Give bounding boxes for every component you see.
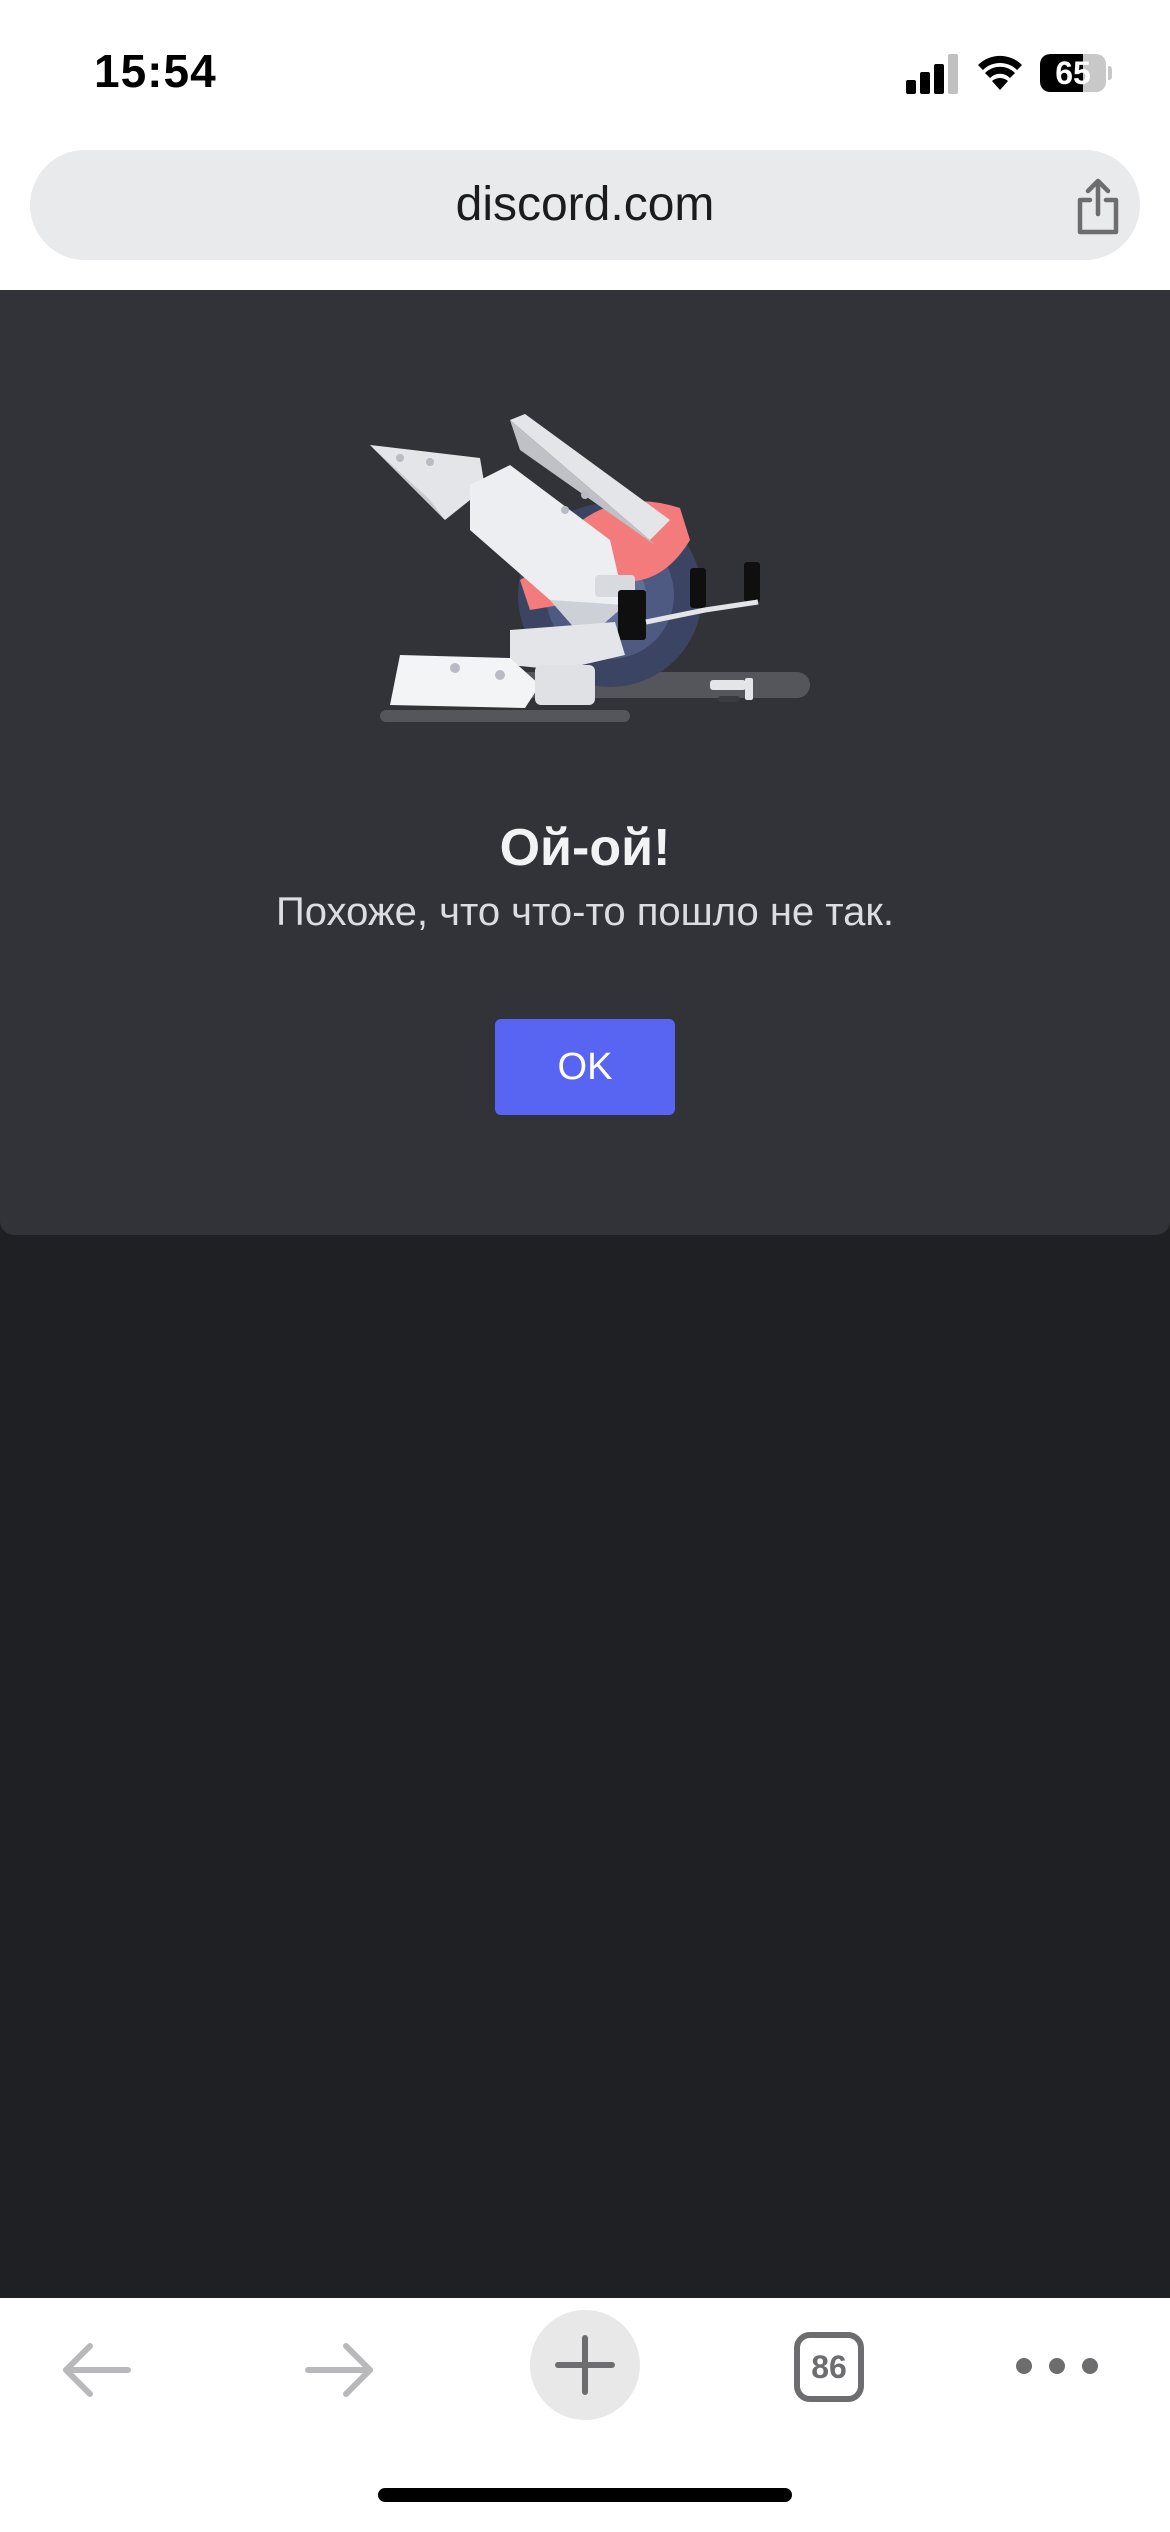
tabs-button[interactable]: 86 bbox=[794, 2332, 864, 2402]
back-arrow-icon[interactable] bbox=[56, 2338, 136, 2402]
home-indicator bbox=[378, 2488, 792, 2502]
page-content: Ой-ой! Похоже, что что-то пошло не так. … bbox=[0, 290, 1170, 2298]
signal-icon bbox=[906, 54, 958, 94]
forward-arrow-icon[interactable] bbox=[300, 2338, 380, 2402]
error-message: Похоже, что что-то пошло не так. bbox=[275, 890, 895, 934]
miter-saw-illustration bbox=[370, 414, 810, 722]
error-title: Ой-ой! bbox=[499, 819, 671, 877]
battery-icon: 65 bbox=[1040, 54, 1112, 92]
ok-button[interactable]: OK bbox=[495, 1019, 675, 1115]
status-bar: 15:54 65 bbox=[0, 0, 1170, 150]
browser-top-bar: discord.com bbox=[0, 150, 1170, 290]
wifi-icon bbox=[978, 55, 1022, 90]
new-tab-button[interactable] bbox=[530, 2310, 640, 2420]
share-icon[interactable] bbox=[1070, 178, 1126, 236]
plus-icon bbox=[555, 2335, 615, 2395]
tabs-count: 86 bbox=[811, 2349, 847, 2385]
error-card: Ой-ой! Похоже, что что-то пошло не так. … bbox=[0, 290, 1170, 1235]
url-text[interactable]: discord.com bbox=[30, 150, 1140, 260]
status-time: 15:54 bbox=[94, 45, 217, 97]
battery-level-text: 65 bbox=[1055, 55, 1091, 91]
address-bar[interactable]: discord.com bbox=[30, 150, 1140, 260]
more-icon[interactable] bbox=[1012, 2354, 1102, 2378]
